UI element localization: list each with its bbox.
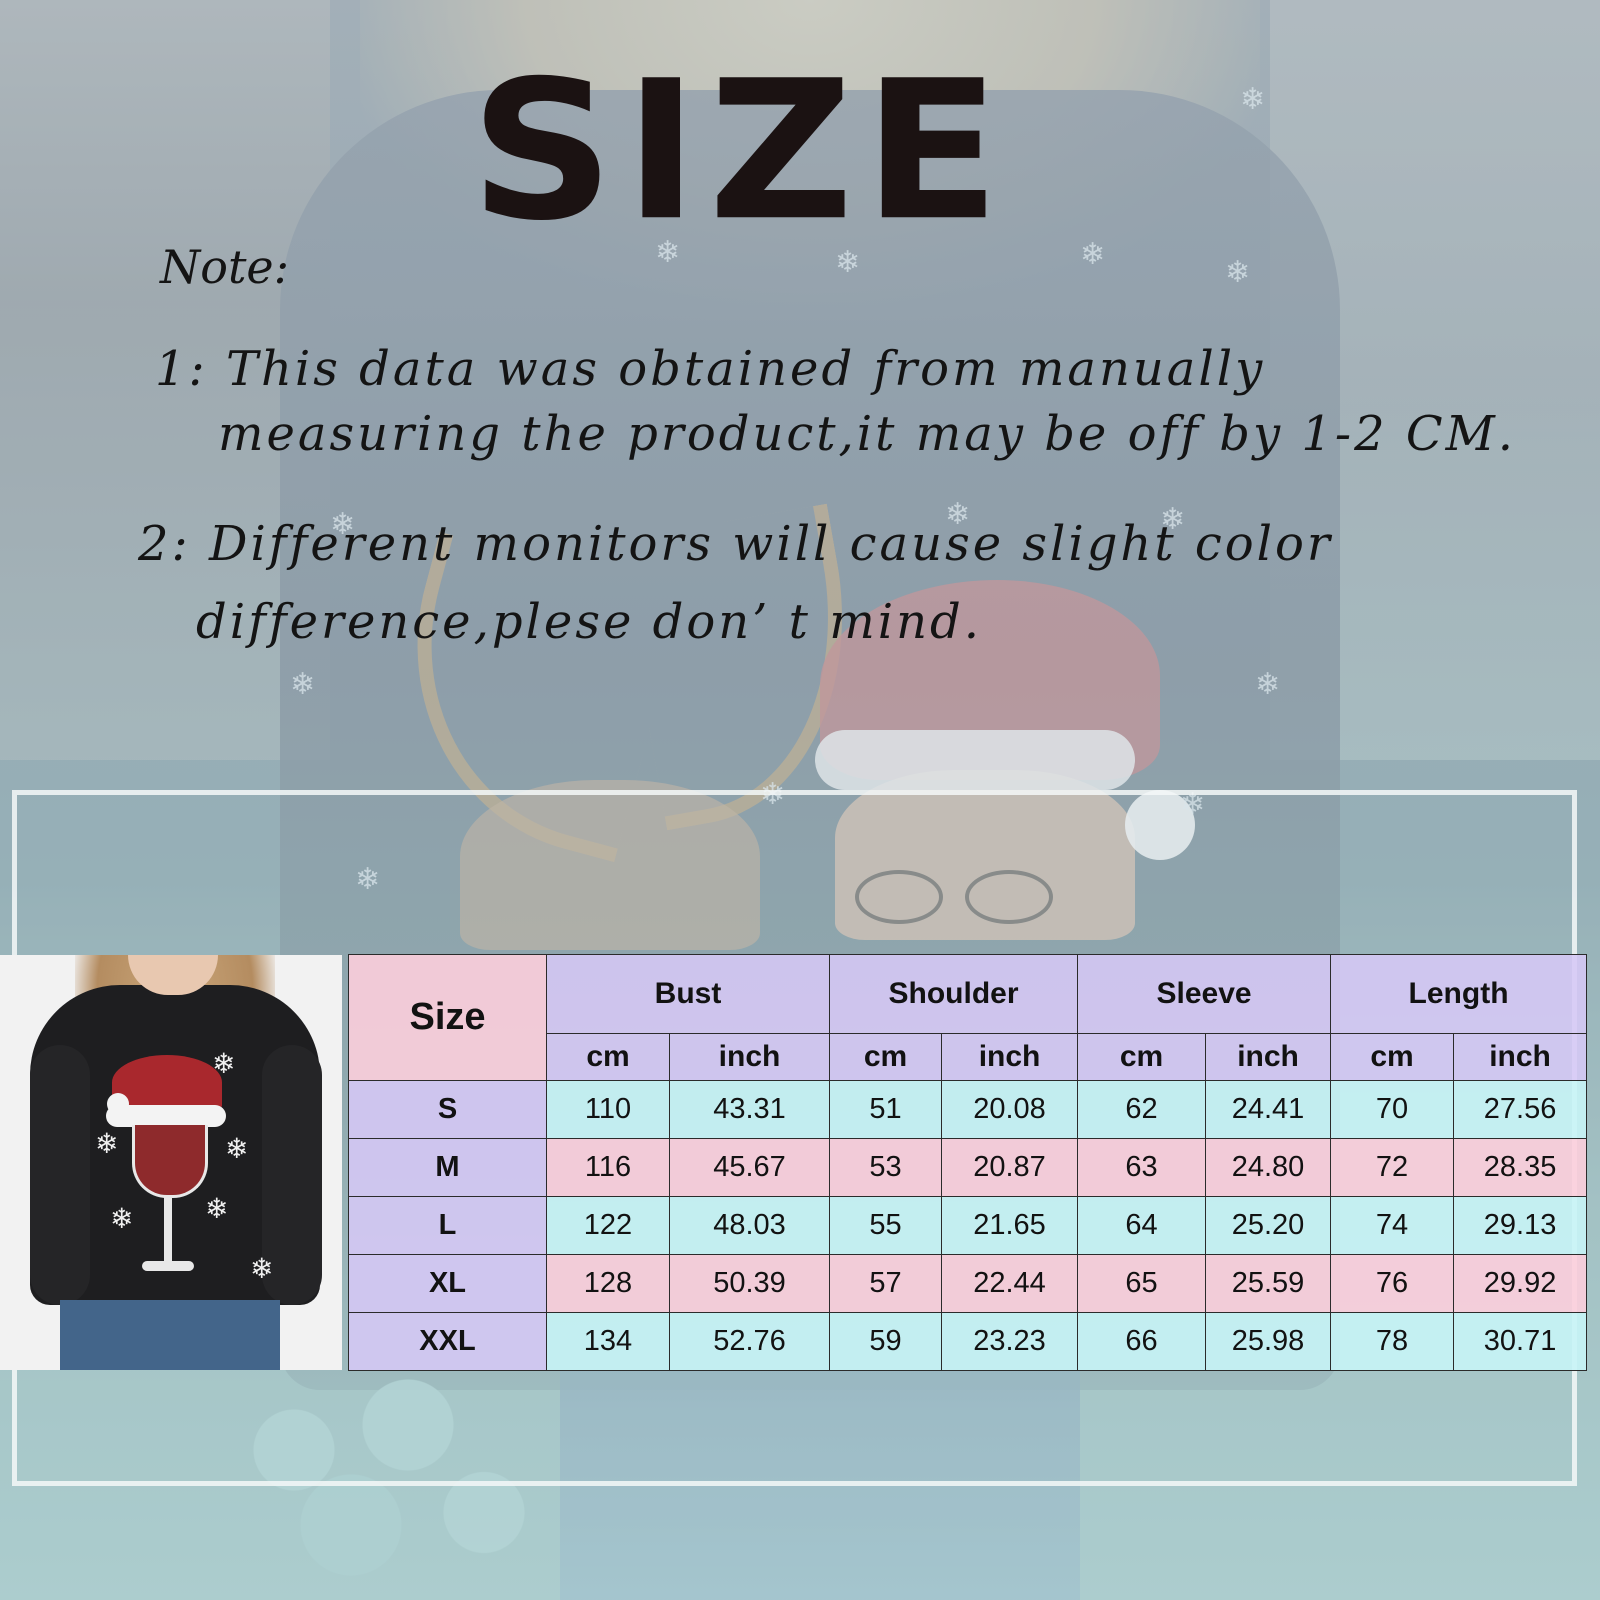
thumb-hat-pompom — [107, 1093, 129, 1115]
unit-header: cm — [546, 1033, 670, 1081]
measurement-cell: 27.56 — [1453, 1080, 1588, 1139]
page-title: SIZE — [470, 39, 1011, 264]
measurement-cell: 25.20 — [1205, 1196, 1332, 1255]
measurement-cell: 66 — [1077, 1312, 1207, 1371]
unit-header: inch — [1205, 1033, 1332, 1081]
measurement-cell: 30.71 — [1453, 1312, 1588, 1371]
table-row: L 122 48.03 55 21.65 64 25.20 74 29.13 — [348, 1196, 1588, 1255]
measurement-cell: 53 — [829, 1138, 943, 1197]
measurement-cell: 24.41 — [1205, 1080, 1332, 1139]
note-line-2: 2: Different monitors will cause slight … — [138, 516, 1333, 572]
thumb-arm-left — [30, 1045, 90, 1305]
measurement-cell: 23.23 — [941, 1312, 1079, 1371]
table-row: S 110 43.31 51 20.08 62 24.41 70 27.56 — [348, 1080, 1588, 1139]
size-label-cell: XL — [348, 1254, 547, 1313]
sleeve-header: Sleeve — [1077, 954, 1332, 1034]
wine-glass-base — [142, 1261, 194, 1271]
measurement-cell: 55 — [829, 1196, 943, 1255]
measurement-cell: 116 — [546, 1138, 670, 1197]
measurement-cell: 59 — [829, 1312, 943, 1371]
size-chart-table: Size Bust Shoulder Sleeve Length cm inch… — [348, 954, 1588, 1371]
note-label: Note: — [160, 240, 290, 294]
measurement-cell: 48.03 — [668, 1196, 831, 1255]
note-line-1-continued: measuring the product,it may be off by 1… — [218, 406, 1517, 462]
snowflake-icon: ❄ — [205, 1192, 229, 1225]
measurement-cell: 122 — [546, 1196, 670, 1255]
size-label-cell: L — [348, 1196, 547, 1255]
measurement-cell: 43.31 — [668, 1080, 831, 1139]
table-row: XL 128 50.39 57 22.44 65 25.59 76 29.92 — [348, 1254, 1588, 1313]
measurement-cell: 110 — [546, 1080, 670, 1139]
measurement-cell: 22.44 — [941, 1254, 1079, 1313]
measurement-cell: 29.13 — [1453, 1196, 1588, 1255]
measurement-cell: 72 — [1330, 1138, 1455, 1197]
measurement-cell: 74 — [1330, 1196, 1455, 1255]
thumb-jeans — [60, 1300, 280, 1370]
unit-header: cm — [1330, 1033, 1455, 1081]
measurement-cell: 21.65 — [941, 1196, 1079, 1255]
snowflake-icon: ❄ — [110, 1202, 134, 1235]
measurement-cell: 134 — [546, 1312, 670, 1371]
measurement-cell: 25.98 — [1205, 1312, 1332, 1371]
unit-header: cm — [1077, 1033, 1207, 1081]
measurement-cell: 65 — [1077, 1254, 1207, 1313]
unit-header: inch — [1453, 1033, 1588, 1081]
unit-header: inch — [668, 1033, 831, 1081]
measurement-cell: 51 — [829, 1080, 943, 1139]
size-label-cell: S — [348, 1080, 547, 1139]
wine-glass-print — [132, 1125, 208, 1198]
measurement-cell: 62 — [1077, 1080, 1207, 1139]
bust-header: Bust — [545, 954, 831, 1034]
measurement-cell: 25.59 — [1205, 1254, 1332, 1313]
table-row: M 116 45.67 53 20.87 63 24.80 72 28.35 — [348, 1138, 1588, 1197]
snowflake-icon: ❄ — [250, 1252, 274, 1285]
snowflake-icon: ❄ — [225, 1132, 249, 1165]
measurement-cell: 57 — [829, 1254, 943, 1313]
shoulder-header: Shoulder — [829, 954, 1079, 1034]
measurement-cell: 45.67 — [668, 1138, 831, 1197]
size-label-cell: M — [348, 1138, 547, 1197]
note-line-2-continued: difference,plese don’ t mind. — [196, 594, 982, 650]
note-line-1: 1: This data was obtained from manually — [155, 341, 1266, 397]
measurement-cell: 24.80 — [1205, 1138, 1332, 1197]
measurement-cell: 76 — [1330, 1254, 1455, 1313]
size-label-cell: XXL — [348, 1312, 547, 1371]
measurement-cell: 52.76 — [668, 1312, 831, 1371]
measurement-cell: 64 — [1077, 1196, 1207, 1255]
size-column-header: Size — [348, 954, 547, 1081]
snowflake-icon: ❄ — [95, 1127, 119, 1160]
measurement-cell: 63 — [1077, 1138, 1207, 1197]
measurement-cell: 78 — [1330, 1312, 1455, 1371]
measurement-cell: 28.35 — [1453, 1138, 1588, 1197]
snowflake-icon: ❄ — [212, 1047, 236, 1080]
measurement-cell: 70 — [1330, 1080, 1455, 1139]
unit-header: inch — [941, 1033, 1079, 1081]
product-thumbnail: ❄ ❄ ❄ ❄ ❄ ❄ — [0, 955, 342, 1370]
wine-glass-stem — [164, 1195, 172, 1265]
measurement-cell: 20.08 — [941, 1080, 1079, 1139]
measurement-cell: 128 — [546, 1254, 670, 1313]
table-row: XXL 134 52.76 59 23.23 66 25.98 78 30.71 — [348, 1312, 1588, 1371]
unit-header: cm — [829, 1033, 943, 1081]
measurement-cell: 20.87 — [941, 1138, 1079, 1197]
measurement-cell: 29.92 — [1453, 1254, 1588, 1313]
measurement-cell: 50.39 — [668, 1254, 831, 1313]
length-header: Length — [1330, 954, 1588, 1034]
